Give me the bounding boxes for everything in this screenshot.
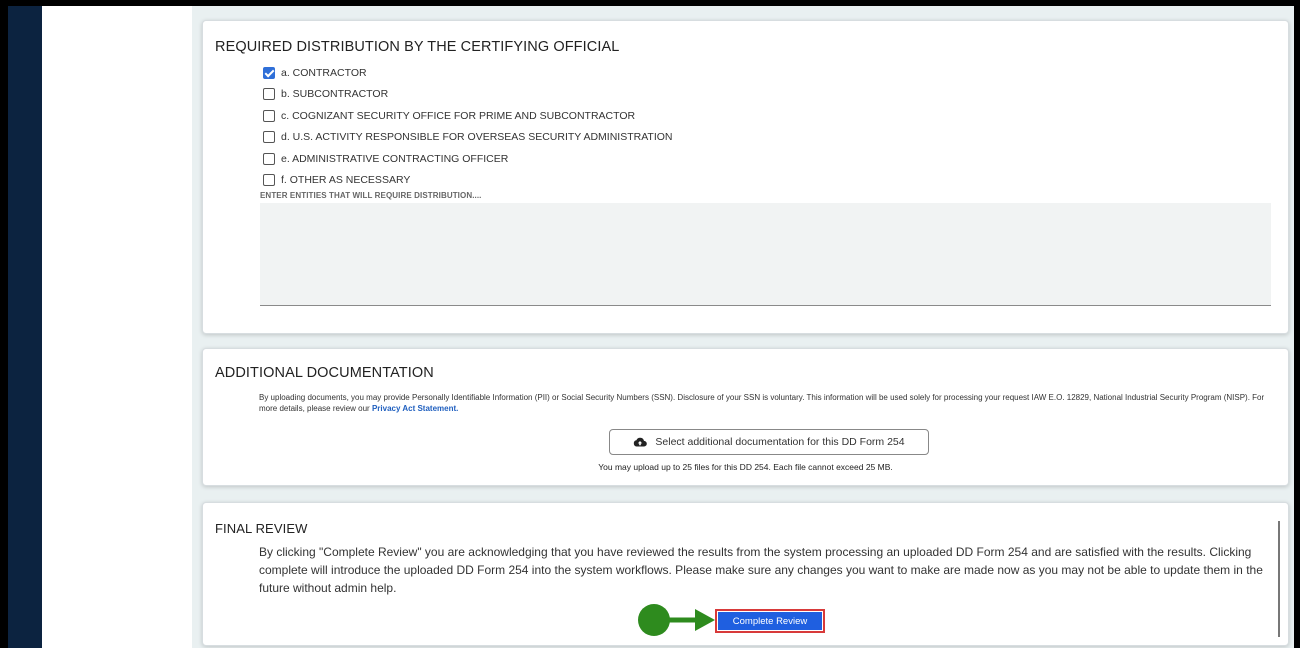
- side-nav-rail: [8, 6, 42, 648]
- checkbox-us-activity[interactable]: [263, 131, 275, 143]
- distribution-title: REQUIRED DISTRIBUTION BY THE CERTIFYING …: [215, 39, 620, 55]
- checkbox-label: f. OTHER AS NECESSARY: [281, 174, 411, 186]
- checkbox-admin-officer[interactable]: [263, 153, 275, 165]
- screen-frame-left: [0, 0, 8, 648]
- checkbox-label: e. ADMINISTRATIVE CONTRACTING OFFICER: [281, 153, 509, 165]
- checkbox-row-us-activity[interactable]: d. U.S. ACTIVITY RESPONSIBLE FOR OVERSEA…: [263, 128, 673, 146]
- scrollbar[interactable]: [1278, 521, 1280, 637]
- final-review-text: By clicking "Complete Review" you are ac…: [259, 545, 1263, 595]
- upload-limit-note: You may upload up to 25 files for this D…: [598, 462, 893, 472]
- checkbox-row-admin-officer[interactable]: e. ADMINISTRATIVE CONTRACTING OFFICER: [263, 150, 508, 168]
- checkbox-contractor[interactable]: [263, 67, 275, 79]
- final-review-card: FINAL REVIEW By clicking "Complete Revie…: [202, 502, 1289, 646]
- checkbox-other[interactable]: [263, 174, 275, 186]
- checkbox-label: b. SUBCONTRACTOR: [281, 88, 389, 100]
- select-documentation-button[interactable]: Select additional documentation for this…: [609, 429, 929, 455]
- checkbox-row-subcontractor[interactable]: b. SUBCONTRACTOR: [263, 85, 388, 103]
- complete-review-label: Complete Review: [718, 612, 822, 630]
- arrow-pointer-icon: [638, 604, 715, 636]
- main-content: REQUIRED DISTRIBUTION BY THE CERTIFYING …: [192, 6, 1294, 648]
- entities-textarea[interactable]: [260, 203, 1271, 306]
- cloud-upload-icon: [634, 437, 648, 447]
- checkbox-label: a. CONTRACTOR: [281, 67, 367, 79]
- checkbox-row-cognizant-security[interactable]: c. COGNIZANT SECURITY OFFICE FOR PRIME A…: [263, 107, 635, 125]
- checkbox-row-contractor[interactable]: a. CONTRACTOR: [263, 64, 367, 82]
- checkbox-cognizant-security[interactable]: [263, 110, 275, 122]
- distribution-card: REQUIRED DISTRIBUTION BY THE CERTIFYING …: [202, 20, 1289, 334]
- checkbox-label: d. U.S. ACTIVITY RESPONSIBLE FOR OVERSEA…: [281, 131, 673, 143]
- checkbox-row-other[interactable]: f. OTHER AS NECESSARY: [263, 171, 410, 189]
- documentation-title: ADDITIONAL DOCUMENTATION: [215, 365, 434, 381]
- screen-frame-right: [1294, 0, 1300, 648]
- checkbox-label: c. COGNIZANT SECURITY OFFICE FOR PRIME A…: [281, 110, 636, 122]
- checkbox-subcontractor[interactable]: [263, 88, 275, 100]
- privacy-act-link[interactable]: Privacy Act Statement.: [372, 404, 458, 413]
- documentation-card: ADDITIONAL DOCUMENTATION By uploading do…: [202, 348, 1289, 486]
- pii-notice: By uploading documents, you may provide …: [259, 393, 1279, 414]
- complete-review-button[interactable]: Complete Review: [715, 609, 825, 633]
- select-documentation-label: Select additional documentation for this…: [655, 436, 905, 448]
- final-review-title: FINAL REVIEW: [215, 521, 308, 536]
- entities-field-label: ENTER ENTITIES THAT WILL REQUIRE DISTRIB…: [260, 191, 482, 200]
